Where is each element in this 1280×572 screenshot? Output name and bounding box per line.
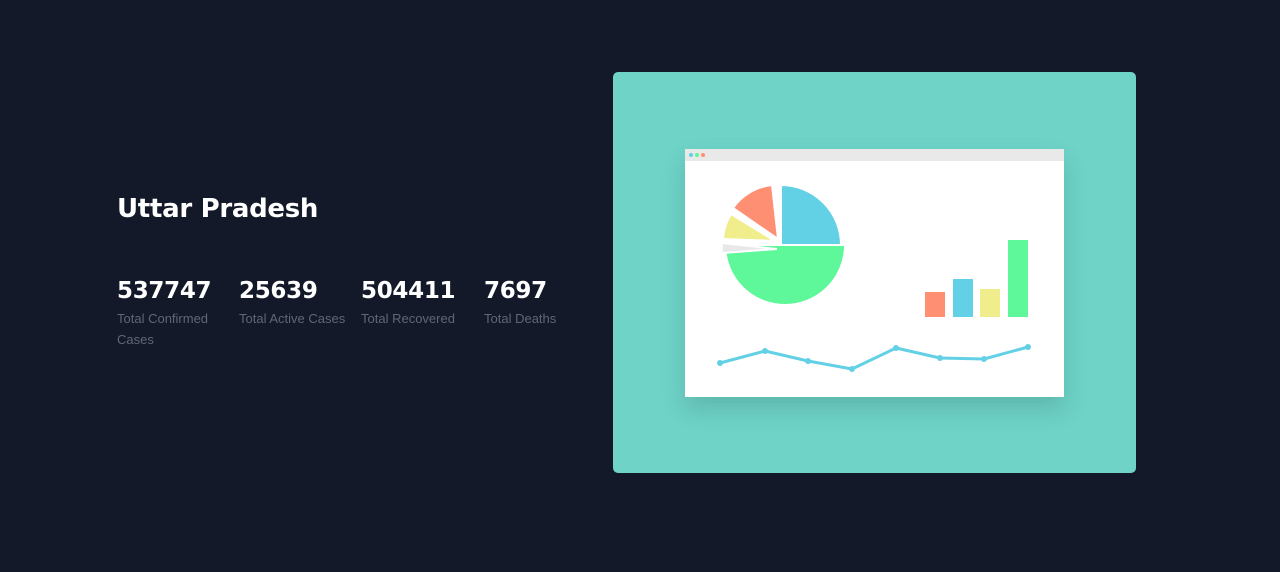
dashboard-art <box>717 183 1031 372</box>
trend-point <box>762 348 768 354</box>
bar <box>953 279 973 317</box>
stat-label: Total Deaths <box>484 311 557 326</box>
pie-slice <box>723 244 847 306</box>
bar-chart-icon <box>925 240 1028 317</box>
bar <box>1008 240 1028 317</box>
analytics-illustration <box>613 72 1136 473</box>
stat-label: Total Recovered <box>361 311 455 326</box>
trend-point <box>981 356 987 362</box>
trend-point <box>1025 344 1031 350</box>
trend-point <box>893 345 899 351</box>
trend-point <box>849 366 855 372</box>
stat-total-confirmed: 537747 Total Confirmed Cases <box>117 276 227 350</box>
region-title: Uttar Pradesh <box>117 194 319 224</box>
bar <box>925 292 945 317</box>
stat-value: 504411 <box>361 278 456 304</box>
stat-total-deaths: 7697 Total Deaths <box>484 276 594 329</box>
line-chart-icon <box>717 344 1031 372</box>
stat-total-recovered: 504411 Total Recovered <box>361 276 471 329</box>
pie-slice <box>780 183 843 246</box>
stat-total-active: 25639 Total Active Cases <box>239 276 349 329</box>
stat-value: 7697 <box>484 278 547 304</box>
browser-title-bar <box>685 149 1064 161</box>
browser-window-illustration <box>685 149 1064 397</box>
state-overview-section: Uttar Pradesh 537747 Total Confirmed Cas… <box>0 0 1280 572</box>
stat-value: 537747 <box>117 278 212 304</box>
browser-dot-icon <box>701 153 705 157</box>
stat-label: Total Active Cases <box>239 311 346 326</box>
stat-value: 25639 <box>239 278 318 304</box>
stat-label: Total Confirmed Cases <box>117 311 209 347</box>
browser-dot-icon <box>695 153 699 157</box>
trend-point <box>805 358 811 364</box>
bar <box>980 289 1000 317</box>
trend-point <box>717 360 723 366</box>
pie-chart-icon <box>720 183 847 306</box>
trend-point <box>937 355 943 361</box>
browser-dot-icon <box>689 153 693 157</box>
